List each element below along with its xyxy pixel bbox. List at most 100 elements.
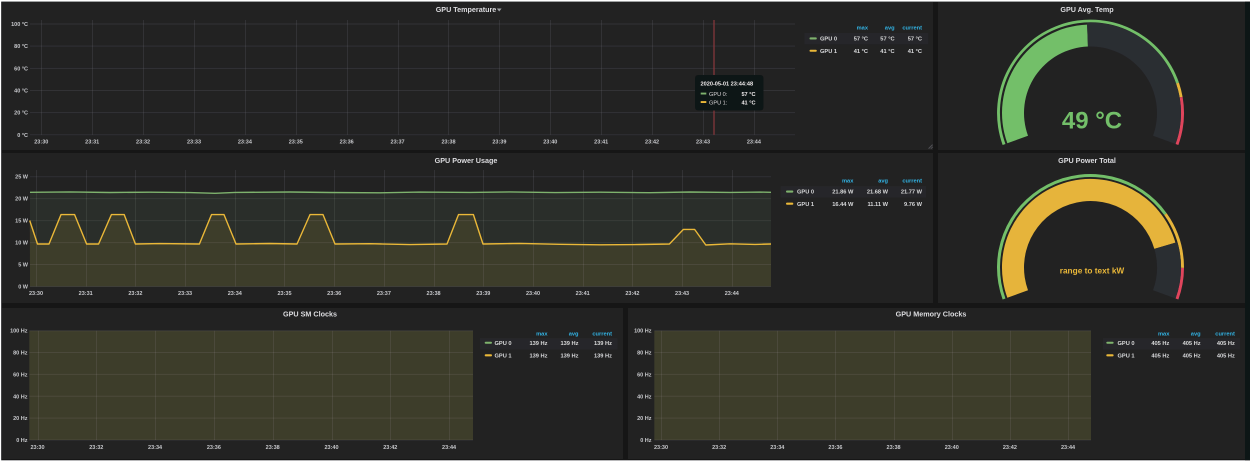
svg-text:GPU 0: GPU 0 (797, 190, 814, 196)
svg-text:23:44: 23:44 (747, 140, 762, 146)
svg-text:41 °C: 41 °C (741, 101, 755, 107)
svg-text:23:36: 23:36 (828, 445, 842, 451)
svg-text:23:30: 23:30 (30, 445, 44, 451)
svg-text:max: max (857, 25, 869, 31)
svg-text:40 Hz: 40 Hz (637, 394, 652, 400)
svg-text:21.86 W: 21.86 W (832, 190, 854, 196)
svg-text:60 Hz: 60 Hz (637, 372, 652, 378)
svg-text:GPU SM Clocks: GPU SM Clocks (283, 309, 337, 318)
svg-text:23:42: 23:42 (625, 291, 639, 297)
svg-text:405 Hz: 405 Hz (1151, 341, 1169, 347)
svg-text:23:30: 23:30 (29, 291, 43, 297)
svg-text:current: current (902, 25, 922, 31)
svg-text:41 °C: 41 °C (854, 49, 868, 55)
svg-text:23:32: 23:32 (89, 445, 103, 451)
svg-text:23:44: 23:44 (442, 445, 457, 451)
svg-text:23:39: 23:39 (492, 140, 506, 146)
svg-text:20 Hz: 20 Hz (637, 416, 652, 422)
svg-text:23:32: 23:32 (136, 140, 150, 146)
svg-text:23:44: 23:44 (725, 291, 740, 297)
svg-text:23:35: 23:35 (289, 140, 303, 146)
svg-text:23:38: 23:38 (441, 140, 455, 146)
svg-text:23:34: 23:34 (148, 445, 163, 451)
svg-text:23:33: 23:33 (187, 140, 201, 146)
svg-text:9.76 W: 9.76 W (904, 202, 923, 208)
svg-text:23:42: 23:42 (1003, 445, 1017, 451)
svg-text:23:34: 23:34 (770, 445, 785, 451)
svg-text:139 Hz: 139 Hz (529, 341, 547, 347)
svg-text:25 W: 25 W (15, 175, 29, 181)
svg-text:23:41: 23:41 (594, 140, 608, 146)
svg-text:range to text kW: range to text kW (1060, 265, 1125, 275)
svg-text:GPU 1: GPU 1 (820, 49, 837, 55)
svg-text:avg: avg (569, 332, 579, 338)
svg-text:405 Hz: 405 Hz (1183, 354, 1201, 360)
svg-text:23:34: 23:34 (238, 140, 253, 146)
svg-text:405 Hz: 405 Hz (1217, 341, 1235, 347)
svg-text:GPU 1:: GPU 1: (709, 101, 728, 107)
svg-text:41 °C: 41 °C (908, 49, 922, 55)
svg-text:49 °C: 49 °C (1062, 108, 1122, 135)
svg-text:23:42: 23:42 (383, 445, 397, 451)
svg-text:23:36: 23:36 (327, 291, 341, 297)
svg-text:2020-05-01 23:44:48: 2020-05-01 23:44:48 (701, 81, 754, 87)
svg-text:23:39: 23:39 (476, 291, 490, 297)
svg-text:0 Hz: 0 Hz (640, 438, 652, 444)
svg-text:20 °C: 20 °C (14, 111, 28, 117)
svg-text:11.11 W: 11.11 W (867, 202, 888, 208)
svg-text:100 Hz: 100 Hz (634, 329, 652, 335)
svg-text:139 Hz: 139 Hz (529, 354, 547, 360)
svg-text:80 Hz: 80 Hz (13, 351, 28, 357)
svg-text:57 °C: 57 °C (741, 92, 755, 98)
svg-text:23:38: 23:38 (266, 445, 280, 451)
svg-text:avg: avg (1191, 332, 1201, 338)
svg-text:GPU 0:: GPU 0: (709, 92, 728, 98)
svg-text:max: max (536, 332, 548, 338)
svg-text:max: max (842, 179, 854, 185)
svg-text:23:40: 23:40 (543, 140, 557, 146)
svg-text:current: current (1215, 332, 1235, 338)
svg-text:GPU 0: GPU 0 (820, 37, 837, 43)
svg-text:60 Hz: 60 Hz (13, 372, 28, 378)
svg-text:current: current (592, 332, 612, 338)
svg-text:GPU 0: GPU 0 (1118, 341, 1135, 347)
svg-text:23:32: 23:32 (128, 291, 142, 297)
svg-text:80 °C: 80 °C (14, 44, 28, 50)
svg-text:40 °C: 40 °C (14, 88, 28, 94)
svg-text:GPU 0: GPU 0 (495, 341, 512, 347)
svg-text:20 W: 20 W (15, 197, 29, 203)
svg-text:GPU Avg. Temp: GPU Avg. Temp (1060, 5, 1114, 14)
svg-text:current: current (902, 179, 922, 185)
svg-text:100 °C: 100 °C (11, 22, 28, 28)
svg-text:405 Hz: 405 Hz (1183, 341, 1201, 347)
svg-text:41 °C: 41 °C (880, 49, 894, 55)
svg-text:405 Hz: 405 Hz (1217, 354, 1235, 360)
svg-text:23:41: 23:41 (576, 291, 590, 297)
svg-text:21.68 W: 21.68 W (867, 190, 889, 196)
svg-text:139 Hz: 139 Hz (594, 354, 612, 360)
svg-text:23:36: 23:36 (207, 445, 221, 451)
svg-text:0 °C: 0 °C (17, 133, 28, 139)
svg-text:23:35: 23:35 (277, 291, 291, 297)
svg-text:23:30: 23:30 (34, 140, 48, 146)
svg-text:20 Hz: 20 Hz (13, 416, 28, 422)
svg-text:21.77 W: 21.77 W (901, 190, 923, 196)
svg-text:57 °C: 57 °C (880, 37, 894, 43)
svg-text:16.44 W: 16.44 W (832, 202, 854, 208)
svg-text:60 °C: 60 °C (14, 66, 28, 72)
svg-text:57 °C: 57 °C (854, 37, 868, 43)
svg-text:0 Hz: 0 Hz (16, 438, 28, 444)
svg-text:23:38: 23:38 (427, 291, 441, 297)
svg-text:139 Hz: 139 Hz (560, 354, 578, 360)
svg-text:GPU 1: GPU 1 (1118, 354, 1135, 360)
svg-text:23:37: 23:37 (377, 291, 391, 297)
svg-text:23:44: 23:44 (1061, 445, 1076, 451)
svg-text:23:32: 23:32 (712, 445, 726, 451)
svg-text:23:34: 23:34 (228, 291, 243, 297)
svg-text:10 W: 10 W (15, 241, 29, 247)
svg-text:23:36: 23:36 (340, 140, 354, 146)
svg-text:23:30: 23:30 (654, 445, 668, 451)
svg-text:GPU Power Total: GPU Power Total (1058, 156, 1116, 165)
svg-text:23:31: 23:31 (85, 140, 99, 146)
svg-text:23:37: 23:37 (391, 140, 405, 146)
